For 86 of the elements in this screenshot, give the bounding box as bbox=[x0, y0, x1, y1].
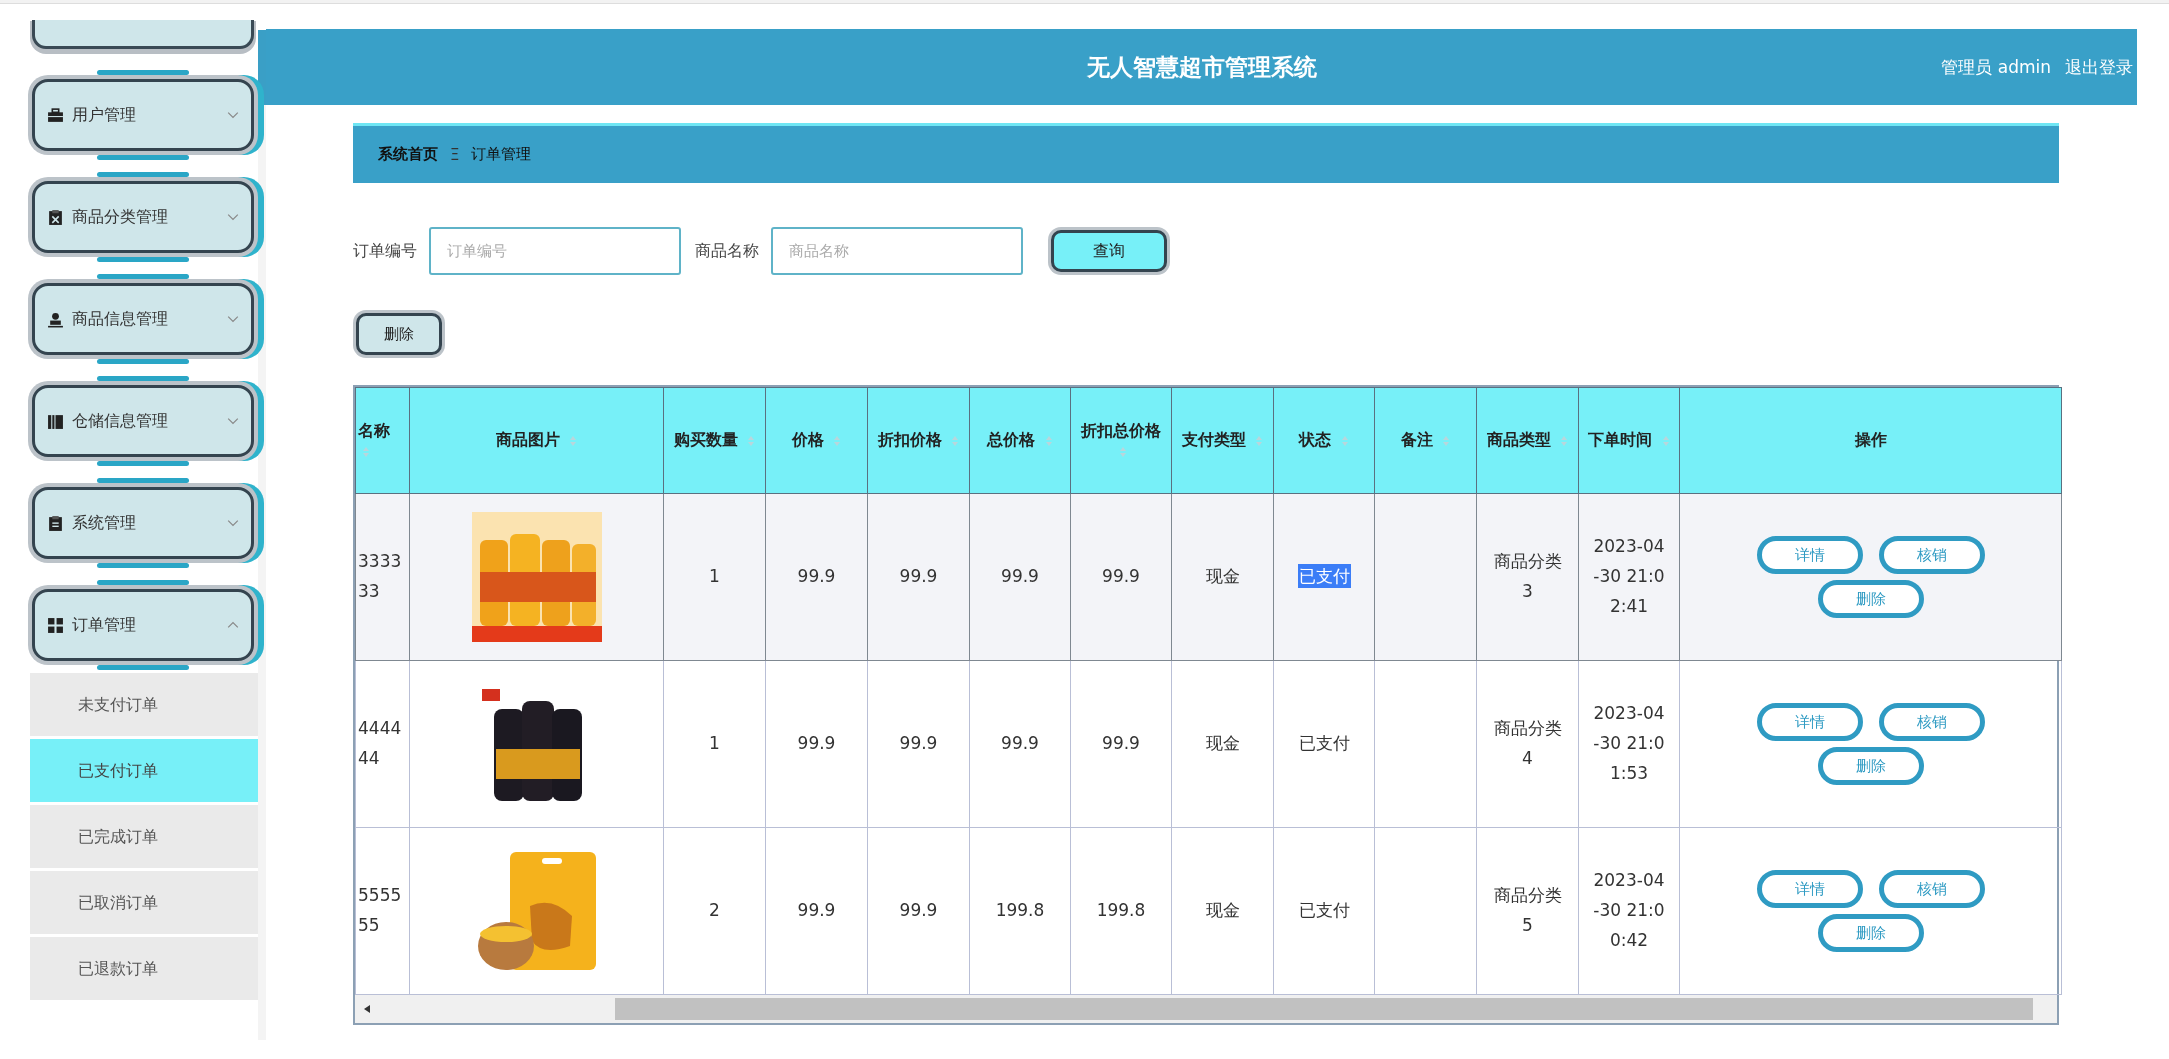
sort-icon bbox=[569, 434, 578, 447]
table-cell: 199.8 bbox=[969, 827, 1071, 995]
table-cell: 2023-04-30 21:02:41 bbox=[1578, 493, 1680, 661]
submenu-item[interactable]: 已完成订单 bbox=[30, 805, 258, 868]
table-cell: 99.9 bbox=[1070, 660, 1172, 828]
delete-button[interactable]: 删除 bbox=[356, 313, 442, 355]
table-cell: 现金 bbox=[1171, 660, 1274, 828]
sort-icon bbox=[1560, 434, 1569, 447]
search-field[interactable]: 商品名称 bbox=[771, 227, 1023, 275]
books-icon bbox=[47, 412, 64, 430]
sort-icon bbox=[1340, 434, 1349, 447]
scroll-left-icon[interactable] bbox=[363, 1004, 371, 1014]
chevron-icon bbox=[227, 519, 239, 527]
sort-icon bbox=[1044, 434, 1053, 447]
table-cell: 2023-04-30 21:01:53 bbox=[1578, 660, 1680, 828]
submenu-item[interactable]: 已退款订单 bbox=[30, 937, 258, 1000]
sort-icon bbox=[833, 434, 842, 447]
sort-icon bbox=[1442, 434, 1451, 447]
column-header[interactable]: 总价格 bbox=[969, 387, 1071, 494]
column-header[interactable]: 商品类型 bbox=[1476, 387, 1579, 494]
table-cell: 444444 bbox=[355, 660, 410, 828]
column-header[interactable]: 折扣价格 bbox=[867, 387, 970, 494]
field-label: 商品名称 bbox=[695, 240, 759, 262]
clipboard-icon bbox=[47, 208, 64, 226]
table-cell: 99.9 bbox=[765, 660, 868, 828]
column-header: 操作 bbox=[1679, 387, 2062, 494]
table-cell: 99.9 bbox=[867, 827, 970, 995]
sort-icon bbox=[747, 434, 756, 447]
table-cell: 商品分类5 bbox=[1476, 827, 1579, 995]
search-field[interactable]: 订单编号 bbox=[429, 227, 681, 275]
chevron-icon bbox=[227, 621, 239, 629]
column-header[interactable]: 商品图片 bbox=[409, 387, 664, 494]
table-cell: 555555 bbox=[355, 827, 410, 995]
submenu-item[interactable]: 未支付订单 bbox=[30, 673, 258, 736]
table-cell: 现金 bbox=[1171, 493, 1274, 661]
breadcrumb-separator: Ξ bbox=[450, 145, 460, 164]
table-cell: 333333 bbox=[355, 493, 410, 661]
table-cell: 99.9 bbox=[867, 660, 970, 828]
search-button[interactable]: 查询 bbox=[1051, 230, 1167, 272]
submenu-item[interactable]: 已取消订单 bbox=[30, 871, 258, 934]
person-icon bbox=[47, 310, 64, 328]
table-cell: 1 bbox=[663, 660, 766, 828]
column-header[interactable]: 下单时间 bbox=[1578, 387, 1680, 494]
scrollbar[interactable] bbox=[258, 30, 266, 1040]
table-cell: 99.9 bbox=[969, 493, 1071, 661]
table-cell: 99.9 bbox=[1070, 493, 1172, 661]
column-header[interactable]: 支付类型 bbox=[1171, 387, 1274, 494]
column-header[interactable]: 名称 bbox=[355, 387, 410, 494]
column-header[interactable]: 备注 bbox=[1374, 387, 1477, 494]
sort-icon bbox=[1119, 446, 1127, 458]
submenu-item[interactable]: 已支付订单 bbox=[30, 739, 258, 802]
sort-icon bbox=[1255, 434, 1264, 447]
status-text: 已支付 bbox=[1297, 899, 1351, 923]
table-cell: 1 bbox=[663, 493, 766, 661]
grid-icon bbox=[47, 616, 64, 634]
column-header[interactable]: 价格 bbox=[765, 387, 868, 494]
breadcrumb-current: 订单管理 bbox=[471, 145, 532, 164]
chevron-icon bbox=[227, 111, 239, 119]
chevron-icon bbox=[227, 315, 239, 323]
table-cell: 99.9 bbox=[867, 493, 970, 661]
column-header[interactable]: 状态 bbox=[1273, 387, 1375, 494]
table-cell: 2 bbox=[663, 827, 766, 995]
sort-icon bbox=[951, 434, 960, 447]
table-cell: 商品分类4 bbox=[1476, 660, 1579, 828]
status-text: 已支付 bbox=[1297, 564, 1351, 589]
clipboard-icon bbox=[47, 514, 64, 532]
user-label: 管理员 admin bbox=[1941, 55, 2051, 79]
column-header[interactable]: 折扣总价格 bbox=[1070, 387, 1172, 494]
app-title: 无人智慧超市管理系统 bbox=[1086, 52, 1317, 82]
table-cell: 商品分类3 bbox=[1476, 493, 1579, 661]
field-label: 订单编号 bbox=[353, 240, 417, 262]
table-cell: 99.9 bbox=[765, 827, 868, 995]
table-cell: 2023-04-30 21:00:42 bbox=[1578, 827, 1680, 995]
column-header[interactable]: 购买数量 bbox=[663, 387, 766, 494]
table-cell: 99.9 bbox=[765, 493, 868, 661]
table-cell: 现金 bbox=[1171, 827, 1274, 995]
briefcase-icon bbox=[47, 106, 64, 124]
table-cell: 99.9 bbox=[969, 660, 1071, 828]
table-cell: 199.8 bbox=[1070, 827, 1172, 995]
horizontal-scrollbar[interactable] bbox=[355, 995, 2057, 1023]
status-text: 已支付 bbox=[1297, 732, 1351, 756]
chevron-icon bbox=[227, 213, 239, 221]
sort-icon bbox=[1661, 434, 1670, 447]
breadcrumb-home[interactable]: 系统首页 bbox=[378, 145, 438, 164]
chevron-icon bbox=[227, 417, 239, 425]
sort-icon bbox=[362, 446, 370, 458]
